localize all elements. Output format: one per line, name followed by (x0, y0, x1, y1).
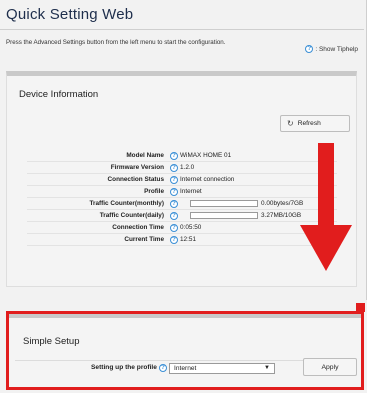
row-value: 0:05:50 (180, 224, 202, 231)
row-profile: Profile ? Internet (27, 186, 337, 198)
app-title: Quick Setting Web (6, 6, 134, 23)
instruction-text: Press the Advanced Settings button from … (6, 39, 226, 46)
help-icon[interactable]: ? (159, 364, 167, 372)
help-icon[interactable]: ? (170, 236, 178, 244)
device-information-title: Device Information (19, 89, 99, 100)
help-icon[interactable]: ? (170, 188, 178, 196)
row-label: Model Name (126, 152, 164, 159)
row-current-time: Current Time ? 12:51 (27, 234, 337, 246)
row-traffic-monthly: Traffic Counter(monthly) ? 0.00bytes/7GB (27, 198, 337, 210)
row-value: 1.2.0 (180, 164, 195, 171)
row-traffic-daily: Traffic Counter(daily) ? 3.27MB/10GB (27, 210, 337, 222)
simple-setup-panel: Simple Setup Setting up the profile ? In… (6, 311, 364, 390)
row-value: WiMAX HOME 01 (180, 152, 232, 159)
row-label: Profile (144, 188, 164, 195)
row-value: 3.27MB/10GB (261, 212, 302, 219)
help-icon: ? (305, 45, 314, 53)
page-frame: Quick Setting Web Press the Advanced Set… (0, 0, 367, 300)
divider (0, 29, 364, 30)
traffic-monthly-meter (190, 200, 258, 207)
profile-select[interactable]: Internet ▼ (169, 363, 275, 374)
row-model-name: Model Name ? WiMAX HOME 01 (27, 150, 337, 162)
row-label: Firmware Version (110, 164, 164, 171)
down-arrow-annotation-icon (300, 143, 352, 271)
profile-selected-value: Internet (174, 365, 197, 372)
refresh-label: Refresh (297, 120, 321, 127)
row-value: 12:51 (180, 236, 196, 243)
caret-down-icon: ▼ (264, 365, 270, 371)
panel-header-strip (9, 314, 361, 318)
row-label: Traffic Counter(monthly) (89, 200, 164, 207)
row-label: Connection Time (112, 224, 164, 231)
simple-setup-title: Simple Setup (23, 336, 80, 347)
refresh-button[interactable]: ↻ Refresh (280, 115, 350, 132)
refresh-icon: ↻ (287, 118, 294, 128)
help-icon[interactable]: ? (170, 164, 178, 172)
help-icon[interactable]: ? (170, 212, 178, 220)
help-icon[interactable]: ? (170, 200, 178, 208)
row-label: Traffic Counter(daily) (99, 212, 164, 219)
help-icon[interactable]: ? (170, 176, 178, 184)
profile-label: Setting up the profile (91, 364, 157, 371)
row-value: 0.00bytes/7GB (261, 200, 304, 207)
row-value: Internet (180, 188, 202, 195)
traffic-daily-meter (190, 212, 258, 219)
show-tiphelp-toggle[interactable]: ? : Show Tiphelp (305, 45, 358, 53)
help-icon[interactable]: ? (170, 224, 178, 232)
apply-button[interactable]: Apply (303, 358, 357, 376)
row-label: Connection Status (107, 176, 164, 183)
help-icon[interactable]: ? (170, 152, 178, 160)
tiphelp-label: : Show Tiphelp (315, 45, 358, 53)
row-connection-status: Connection Status ? Internet connection (27, 174, 337, 186)
row-connection-time: Connection Time ? 0:05:50 (27, 222, 337, 234)
row-label: Current Time (124, 236, 164, 243)
row-value: Internet connection (180, 176, 235, 183)
row-firmware-version: Firmware Version ? 1.2.0 (27, 162, 337, 174)
